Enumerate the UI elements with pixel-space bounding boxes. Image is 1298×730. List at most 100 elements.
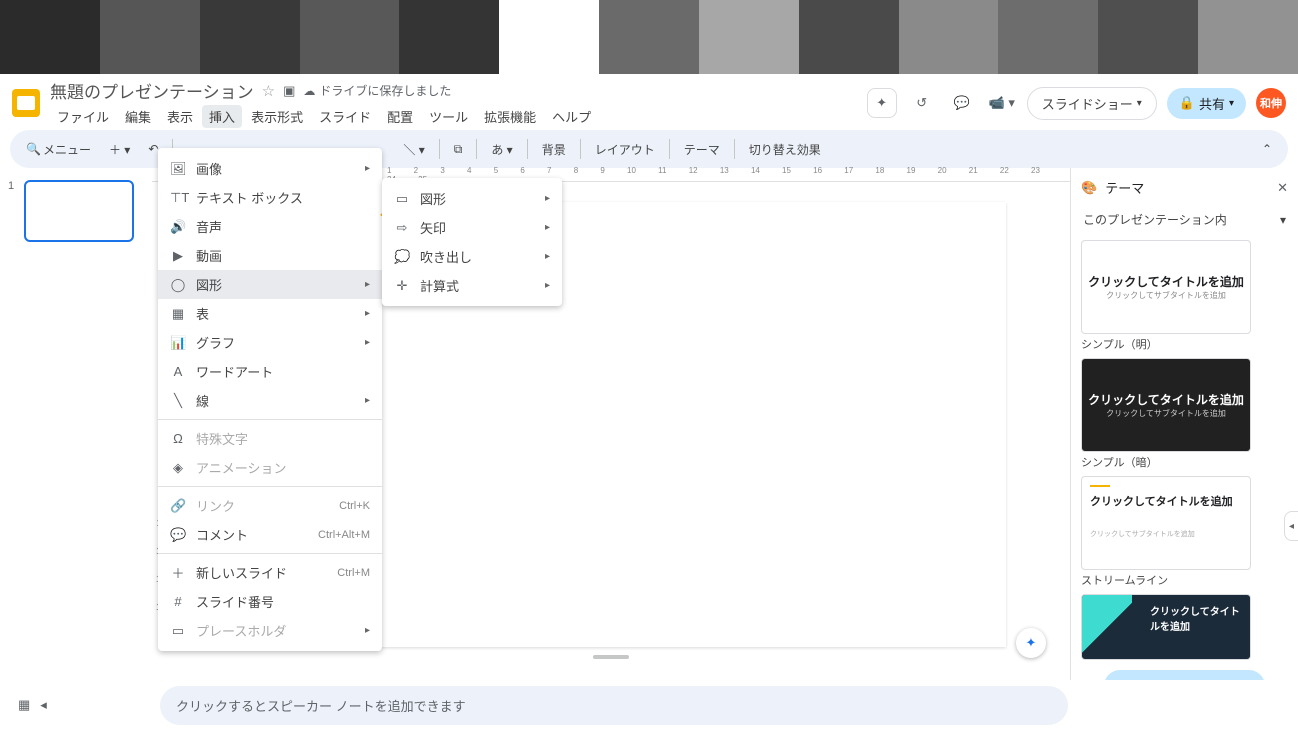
grid-view-icon[interactable]: ▦: [18, 697, 30, 713]
menu-help[interactable]: ヘルプ: [545, 105, 598, 128]
speaker-notes-input[interactable]: クリックするとスピーカー ノートを追加できます: [160, 686, 1068, 725]
arrow-icon: ⇨: [394, 220, 410, 236]
insert-special[interactable]: Ω特殊文字: [158, 424, 382, 453]
chart-icon: 📊: [170, 335, 186, 351]
share-button[interactable]: 🔒 共有 ▾: [1167, 88, 1246, 119]
menu-tools[interactable]: ツール: [422, 105, 475, 128]
placeholder-icon: ▭: [170, 623, 186, 639]
shape-arrows[interactable]: ⇨矢印▸: [382, 213, 562, 242]
theme-button[interactable]: テーマ: [678, 137, 726, 162]
insert-shape[interactable]: ◯図形▸: [158, 270, 382, 299]
comment-icon: 💬: [170, 527, 186, 543]
theme-label: シンプル（明）: [1081, 336, 1288, 352]
layout-button[interactable]: レイアウト: [589, 137, 661, 162]
hash-icon: #: [170, 594, 186, 609]
collapse-filmstrip-icon[interactable]: ◂: [40, 697, 47, 713]
insert-comment[interactable]: 💬コメントCtrl+Alt+M: [158, 520, 382, 549]
thumb-preview: [24, 180, 134, 242]
textbox-tool[interactable]: ⧉: [448, 138, 469, 161]
slideshow-button[interactable]: スライドショー▾: [1027, 87, 1157, 120]
insert-link[interactable]: 🔗リンクCtrl+K: [158, 491, 382, 520]
table-icon: ▦: [170, 306, 186, 322]
import-theme-button[interactable]: テーマをインポートする: [1104, 670, 1264, 680]
comments-icon[interactable]: 💬: [947, 88, 977, 118]
lock-icon: 🔒: [1179, 95, 1195, 111]
meet-icon[interactable]: 📹 ▾: [987, 88, 1017, 118]
theme-simple-light[interactable]: クリックしてタイトルを追加 クリックしてサブタイトルを追加: [1081, 240, 1251, 334]
shape-equation[interactable]: ✛計算式▸: [382, 271, 562, 300]
new-slide-button[interactable]: ＋ ▾: [103, 137, 136, 162]
themes-section-toggle[interactable]: このプレゼンテーション内 ▾: [1081, 205, 1288, 234]
transition-button[interactable]: 切り替え効果: [743, 137, 827, 162]
callout-icon: 💭: [394, 249, 410, 265]
slides-logo: [12, 89, 40, 117]
menu-edit[interactable]: 編集: [118, 105, 158, 128]
close-icon[interactable]: ✕: [1277, 180, 1288, 196]
shape-icon: ◯: [170, 277, 186, 293]
palette-icon: 🎨: [1081, 180, 1097, 196]
theme-label: ストリームライン: [1081, 572, 1288, 588]
chevron-down-icon: ▾: [1137, 98, 1142, 109]
insert-textbox[interactable]: ⊤Tテキスト ボックス: [158, 183, 382, 212]
collapse-toolbar-button[interactable]: ⌃: [1256, 138, 1278, 160]
menu-view[interactable]: 表示: [160, 105, 200, 128]
shape-submenu: ▭図形▸ ⇨矢印▸ 💭吹き出し▸ ✛計算式▸: [382, 178, 562, 306]
insert-table[interactable]: ▦表▸: [158, 299, 382, 328]
insert-animation[interactable]: ◈アニメーション: [158, 453, 382, 482]
insert-video[interactable]: ▶動画: [158, 241, 382, 270]
menu-format[interactable]: 表示形式: [244, 105, 310, 128]
line-tool[interactable]: ＼ ▾: [397, 137, 430, 162]
insert-slidenum[interactable]: #スライド番号: [158, 587, 382, 616]
video-icon: ▶: [170, 248, 186, 264]
image-icon: 🖼: [170, 161, 186, 177]
menu-extensions[interactable]: 拡張機能: [477, 105, 543, 128]
background-button[interactable]: 背景: [536, 137, 572, 162]
chevron-down-icon: ▾: [1280, 213, 1286, 227]
menu-slide[interactable]: スライド: [312, 105, 378, 128]
notes-bar: ▦ ◂ クリックするとスピーカー ノートを追加できます: [0, 680, 1298, 730]
line-icon: ╲: [170, 393, 186, 409]
gemini-icon[interactable]: ✦: [867, 88, 897, 118]
star-icon[interactable]: ☆: [262, 82, 275, 100]
chevron-down-icon: ▾: [1229, 98, 1234, 109]
wordart-icon: A: [170, 364, 186, 379]
slide-thumbnail-1[interactable]: 1: [8, 180, 144, 242]
shape-callouts[interactable]: 💭吹き出し▸: [382, 242, 562, 271]
shape-shapes[interactable]: ▭図形▸: [382, 184, 562, 213]
theme-focus[interactable]: クリックしてタイトルを追加: [1081, 594, 1251, 660]
history-icon[interactable]: ↺: [907, 88, 937, 118]
insert-newslide[interactable]: ＋新しいスライドCtrl+M: [158, 558, 382, 587]
special-icon: Ω: [170, 431, 186, 446]
insert-chart[interactable]: 📊グラフ▸: [158, 328, 382, 357]
animation-icon: ◈: [170, 460, 186, 476]
slide-number: 1: [8, 180, 18, 242]
side-panel-toggle[interactable]: ◂: [1284, 511, 1298, 541]
app-header: 無題のプレゼンテーション ☆ ▣ ☁ ドライブに保存しました ファイル 編集 表…: [0, 74, 1298, 126]
menubar: ファイル 編集 表示 挿入 表示形式 スライド 配置 ツール 拡張機能 ヘルプ: [50, 105, 867, 128]
explore-fab[interactable]: ✦: [1016, 628, 1046, 658]
audio-icon: 🔊: [170, 219, 186, 235]
notes-drag-handle[interactable]: [593, 655, 629, 659]
insert-wordart[interactable]: Aワードアート: [158, 357, 382, 386]
insert-line[interactable]: ╲線▸: [158, 386, 382, 415]
folder-icon[interactable]: ▣: [283, 83, 295, 99]
rect-icon: ▭: [394, 191, 410, 207]
search-menu[interactable]: 🔍 メニュー: [20, 137, 97, 162]
slide-filmstrip: 1: [0, 168, 152, 680]
textbox-icon: ⊤T: [170, 190, 186, 206]
themes-title: テーマ: [1105, 178, 1144, 197]
theme-streamline[interactable]: クリックしてタイトルを追加 クリックしてサブタイトルを追加: [1081, 476, 1251, 570]
menu-insert[interactable]: 挿入: [202, 105, 242, 128]
insert-image[interactable]: 🖼画像▸: [158, 154, 382, 183]
themes-panel: 🎨 テーマ ✕ このプレゼンテーション内 ▾ クリックしてタイトルを追加 クリッ…: [1070, 168, 1298, 680]
avatar[interactable]: 和伸: [1256, 88, 1286, 118]
document-title[interactable]: 無題のプレゼンテーション: [50, 78, 254, 103]
menu-file[interactable]: ファイル: [50, 105, 116, 128]
theme-simple-dark[interactable]: クリックしてタイトルを追加 クリックしてサブタイトルを追加: [1081, 358, 1251, 452]
equation-icon: ✛: [394, 278, 410, 294]
lang-tool[interactable]: あ ▾: [485, 137, 518, 162]
insert-placeholder[interactable]: ▭プレースホルダ▸: [158, 616, 382, 645]
link-icon: 🔗: [170, 498, 186, 514]
insert-audio[interactable]: 🔊音声: [158, 212, 382, 241]
menu-arrange[interactable]: 配置: [380, 105, 420, 128]
